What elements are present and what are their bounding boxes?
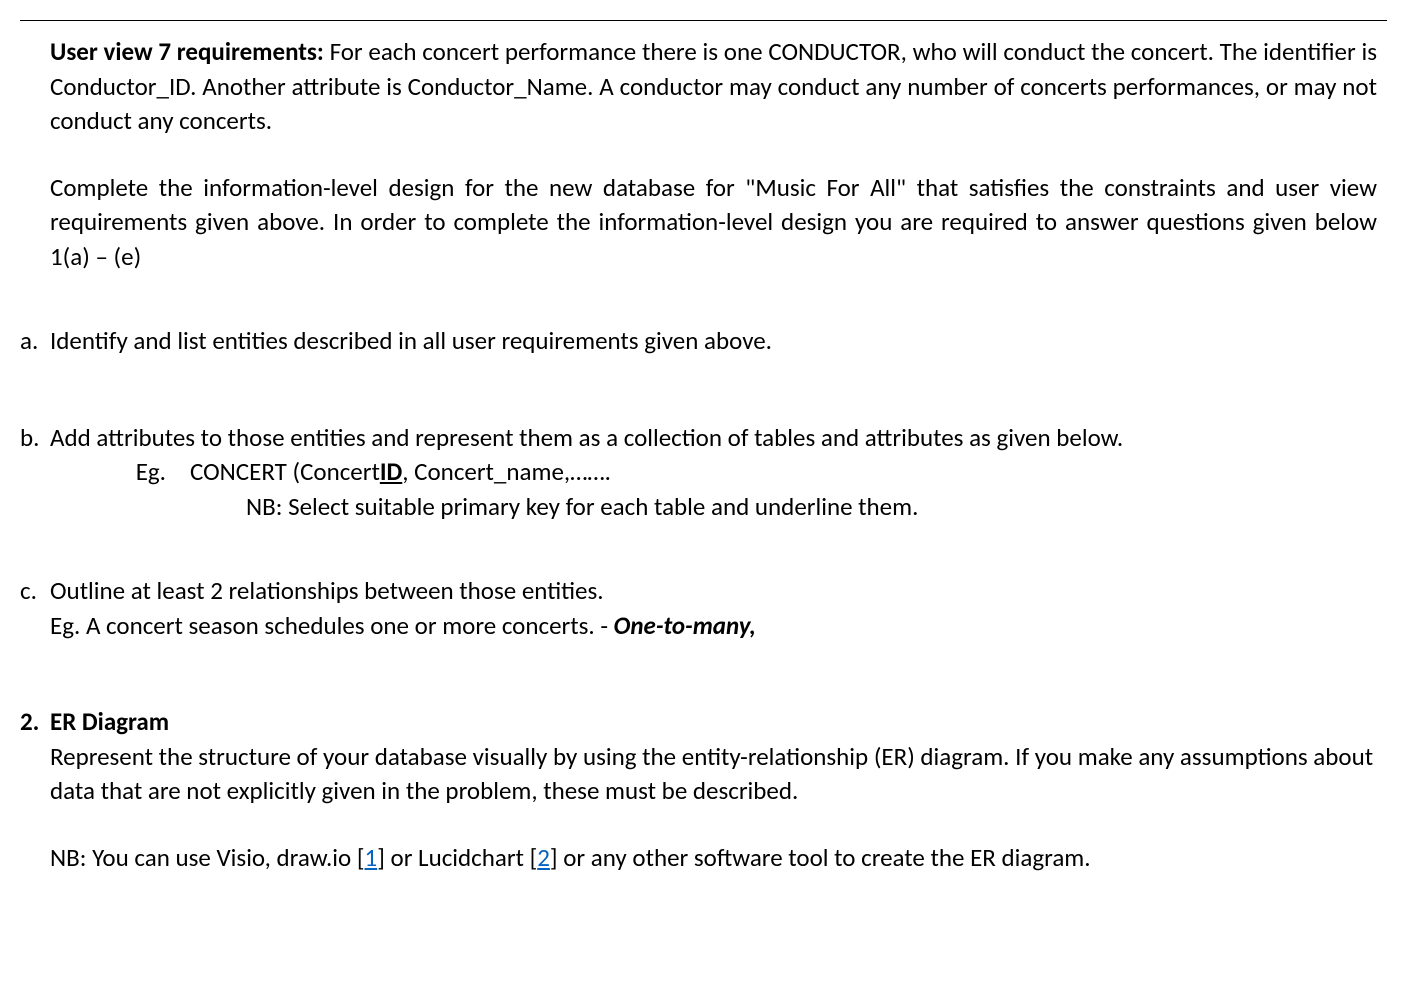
er-diagram-heading: ER Diagram: [50, 706, 169, 737]
question-c: c. Outline at least 2 relationships betw…: [20, 574, 1387, 643]
eg-label: Eg.: [50, 455, 190, 490]
question-a-text: Identify and list entities described in …: [50, 324, 1387, 359]
question-b: b. Add attributes to those entities and …: [20, 421, 1387, 525]
intro-paragraph-1: User view 7 requirements: For each conce…: [50, 35, 1387, 139]
question-c-text: Outline at least 2 relationships between…: [50, 575, 604, 606]
question-2: 2. ER Diagram Represent the structure of…: [20, 705, 1387, 875]
user-view-heading: User view 7 requirements:: [50, 36, 324, 67]
question-c-content: Outline at least 2 relationships between…: [50, 574, 1387, 643]
question-b-example: Eg. CONCERT (ConcertID, Concert_name,…….: [50, 455, 1377, 490]
primary-key-underline: ID: [380, 456, 402, 487]
question-b-text: Add attributes to those entities and rep…: [50, 422, 1123, 453]
marker-a: a.: [20, 324, 50, 359]
horizontal-rule: [20, 20, 1387, 21]
question-b-note: NB: Select suitable primary key for each…: [50, 490, 1377, 525]
reference-link-2[interactable]: 2: [537, 842, 550, 873]
intro-paragraph-2: Complete the information-level design fo…: [50, 171, 1387, 275]
marker-c: c.: [20, 574, 50, 609]
question-2-text: Represent the structure of your database…: [50, 741, 1373, 807]
page: User view 7 requirements: For each conce…: [0, 0, 1417, 988]
marker-2: 2.: [20, 705, 50, 740]
eg-content: CONCERT (ConcertID, Concert_name,…….: [190, 455, 611, 490]
relationship-type: One-to-many,: [614, 610, 756, 641]
question-c-example: Eg. A concert season schedules one or mo…: [50, 610, 756, 641]
question-a: a. Identify and list entities described …: [20, 324, 1387, 359]
reference-link-1[interactable]: 1: [365, 842, 378, 873]
marker-b: b.: [20, 421, 50, 456]
question-b-content: Add attributes to those entities and rep…: [50, 421, 1387, 525]
question-2-note: NB: You can use Visio, draw.io [1] or Lu…: [50, 842, 1091, 873]
question-2-content: ER Diagram Represent the structure of yo…: [50, 705, 1387, 875]
